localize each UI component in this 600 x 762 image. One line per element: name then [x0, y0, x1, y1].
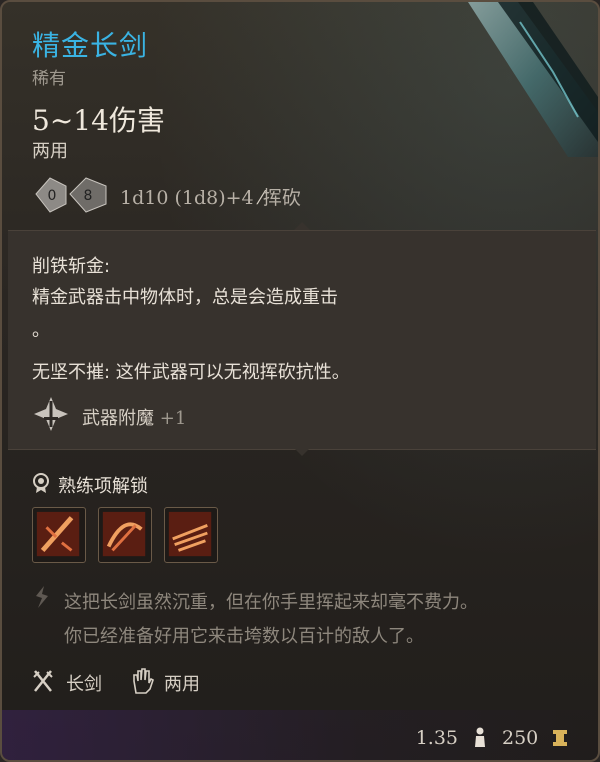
item-tooltip-card: 精金长剑 稀有 5~14伤害 两用 0 8 1d10 (1d8)+4 ⁄挥砍 削… — [0, 0, 600, 762]
section-notch-top — [294, 222, 310, 230]
flavor-text-line1: 这把长剑虽然沉重，但在你手里挥起来却毫不费力。 — [64, 592, 478, 613]
dice-roll-line: 1d10 (1d8)+4 ⁄挥砍 — [120, 183, 301, 210]
section-notch-bottom — [294, 448, 310, 456]
hand-icon — [133, 668, 154, 694]
lacerate-skill-icon[interactable] — [164, 507, 218, 563]
gold-coin-icon — [553, 730, 567, 746]
item-name: 精金长剑 — [32, 29, 149, 62]
longsword-art-icon — [468, 2, 598, 157]
flavor-quote-icon — [36, 586, 48, 608]
weapon-type: 长剑 — [66, 674, 102, 695]
handedness-label: 两用 — [32, 141, 68, 162]
weapon-enchantment-icon — [34, 397, 68, 431]
handedness-tag: 两用 — [164, 674, 200, 695]
crossed-swords-icon — [33, 670, 53, 692]
property-description-cont: 。 — [32, 320, 50, 341]
property-unbreakable: 无坚不摧: 这件武器可以无视挥砍抗性。 — [32, 362, 350, 383]
weight-icon — [475, 727, 485, 747]
proficiency-icon — [33, 473, 49, 493]
damage-type: 挥砍 — [262, 187, 301, 209]
dice-right-face: 8 — [84, 188, 93, 204]
damage-range: 5~14伤害 — [32, 104, 165, 137]
property-description: 精金武器击中物体时，总是会造成重击 — [32, 287, 338, 308]
enchantment-line: 武器附魔 +1 — [82, 404, 186, 430]
item-value: 250 — [502, 727, 539, 749]
item-rarity: 稀有 — [32, 69, 66, 89]
dice-icon: 0 8 — [35, 177, 107, 213]
dice-left-face: 0 — [48, 188, 57, 204]
proficiency-title: 熟练项解锁 — [58, 476, 148, 497]
flourish-skill-icon[interactable] — [98, 507, 152, 563]
dice-roll: 1d10 (1d8)+4 — [120, 187, 254, 209]
item-weight: 1.35 — [415, 727, 458, 749]
enchantment-value: +1 — [159, 408, 187, 429]
property-title: 削铁斩金: — [32, 256, 111, 277]
slash-skill-icon[interactable] — [32, 507, 86, 563]
enchantment-label: 武器附魔 — [82, 408, 154, 429]
flavor-text-line2: 你已经准备好用它来击垮数以百计的敌人了。 — [64, 626, 424, 647]
